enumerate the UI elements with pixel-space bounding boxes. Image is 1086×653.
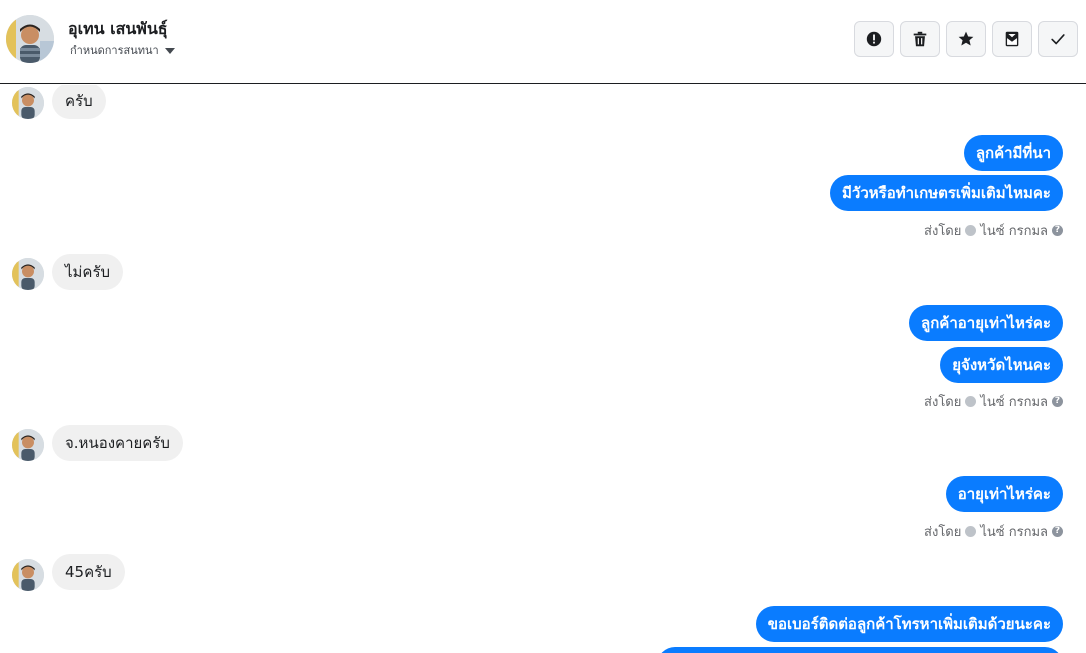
check-icon [1051, 34, 1065, 45]
sent-by-label: ส่งโดย [924, 395, 962, 410]
exclamation-circle-icon [866, 31, 882, 47]
sent-by-status: ส่งโดย ไนซ์ กรกมล ? [924, 391, 1063, 412]
incoming-message[interactable]: 45ครับ [52, 554, 125, 590]
sent-by-label: ส่งโดย [924, 525, 962, 540]
sent-by-status: ส่งโดย ไนซ์ กรกมล ? [924, 521, 1063, 542]
trash-icon [913, 31, 927, 47]
verified-icon [965, 526, 977, 537]
sent-by-label: ส่งโดย [924, 224, 962, 239]
caret-down-icon [164, 47, 175, 54]
agent-name: ไนซ์ กรกมล [980, 224, 1048, 239]
message-thread: ครับ ลูกค้ามีที่นา มีวัวหรือทำเกษตรเพิ่ม… [0, 85, 1086, 653]
outgoing-message[interactable]: ลูกค้ามีที่นา [963, 135, 1063, 171]
mark-unread-button[interactable] [992, 21, 1032, 57]
assign-conversation-dropdown[interactable]: กำหนดการสนทนา [70, 41, 175, 59]
incoming-message[interactable]: จ.หนองคายครับ [52, 425, 183, 461]
star-button[interactable] [946, 21, 986, 57]
outgoing-message[interactable]: ขอเบอร์ติดต่อลูกค้าโทรหาเพิ่มเติมด้วยนะค… [755, 606, 1063, 642]
outgoing-message[interactable]: ยุจังหวัดไหนคะ [940, 347, 1063, 383]
help-icon[interactable]: ? [1052, 396, 1063, 407]
envelope-icon [1005, 31, 1019, 47]
agent-name: ไนซ์ กรกมล [980, 395, 1048, 410]
spam-button[interactable] [854, 21, 894, 57]
conversation-toolbar [854, 21, 1078, 57]
incoming-message[interactable]: ครับ [52, 85, 106, 119]
sender-avatar [12, 87, 44, 119]
outgoing-message[interactable]: อายุเท่าไหร่คะ [945, 476, 1063, 512]
outgoing-message-partial[interactable] [657, 647, 1063, 653]
help-icon[interactable]: ? [1052, 225, 1063, 236]
delete-button[interactable] [900, 21, 940, 57]
conversation-header: อุเทน เสนพันธุ์ กำหนดการสนทนา [0, 0, 1086, 84]
outgoing-message[interactable]: มีวัวหรือทำเกษตรเพิ่มเติมไหมคะ [830, 175, 1063, 211]
incoming-message[interactable]: ไม่ครับ [52, 254, 124, 290]
verified-icon [965, 396, 977, 407]
sent-by-status: ส่งโดย ไนซ์ กรกมล ? [924, 220, 1063, 241]
help-icon[interactable]: ? [1052, 526, 1063, 537]
assign-label: กำหนดการสนทนา [70, 44, 159, 57]
done-button[interactable] [1038, 21, 1078, 57]
outgoing-message[interactable]: ลูกค้าอายุเท่าไหร่คะ [909, 305, 1063, 341]
verified-icon [965, 225, 977, 236]
agent-name: ไนซ์ กรกมล [980, 525, 1048, 540]
star-icon [958, 31, 974, 46]
contact-avatar[interactable] [6, 15, 54, 63]
contact-name[interactable]: อุเทน เสนพันธุ์ [68, 17, 168, 42]
sender-avatar [12, 429, 44, 461]
sender-avatar [12, 559, 44, 591]
sender-avatar [12, 258, 44, 290]
